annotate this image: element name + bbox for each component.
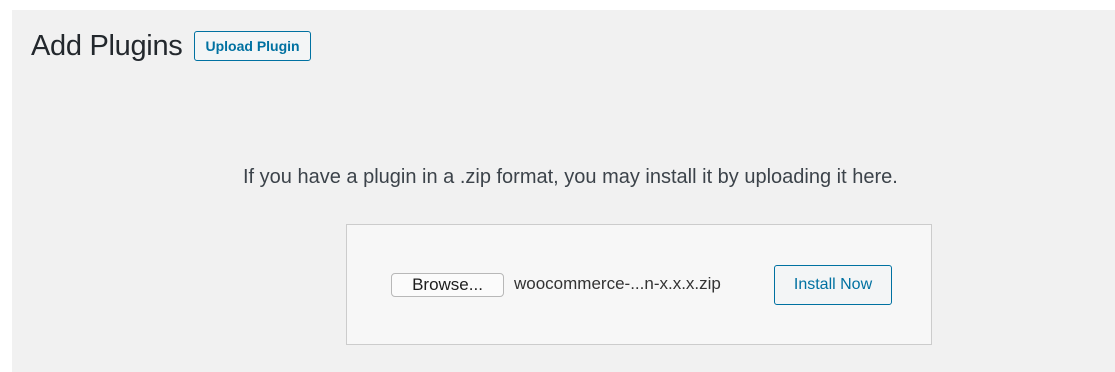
upload-help-text: If you have a plugin in a .zip format, y…: [243, 166, 898, 188]
upload-plugin-form: Browse... woocommerce-...n-x.x.x.zip Ins…: [346, 224, 932, 345]
browse-file-button[interactable]: Browse...: [391, 273, 504, 297]
upload-plugin-button[interactable]: Upload Plugin: [194, 31, 311, 61]
admin-content-area: Add Plugins Upload Plugin If you have a …: [12, 10, 1115, 372]
selected-file-name: woocommerce-...n-x.x.x.zip: [514, 274, 721, 293]
page-header: Add Plugins Upload Plugin: [31, 30, 311, 62]
page-title: Add Plugins: [31, 30, 183, 62]
install-now-button[interactable]: Install Now: [774, 265, 892, 305]
